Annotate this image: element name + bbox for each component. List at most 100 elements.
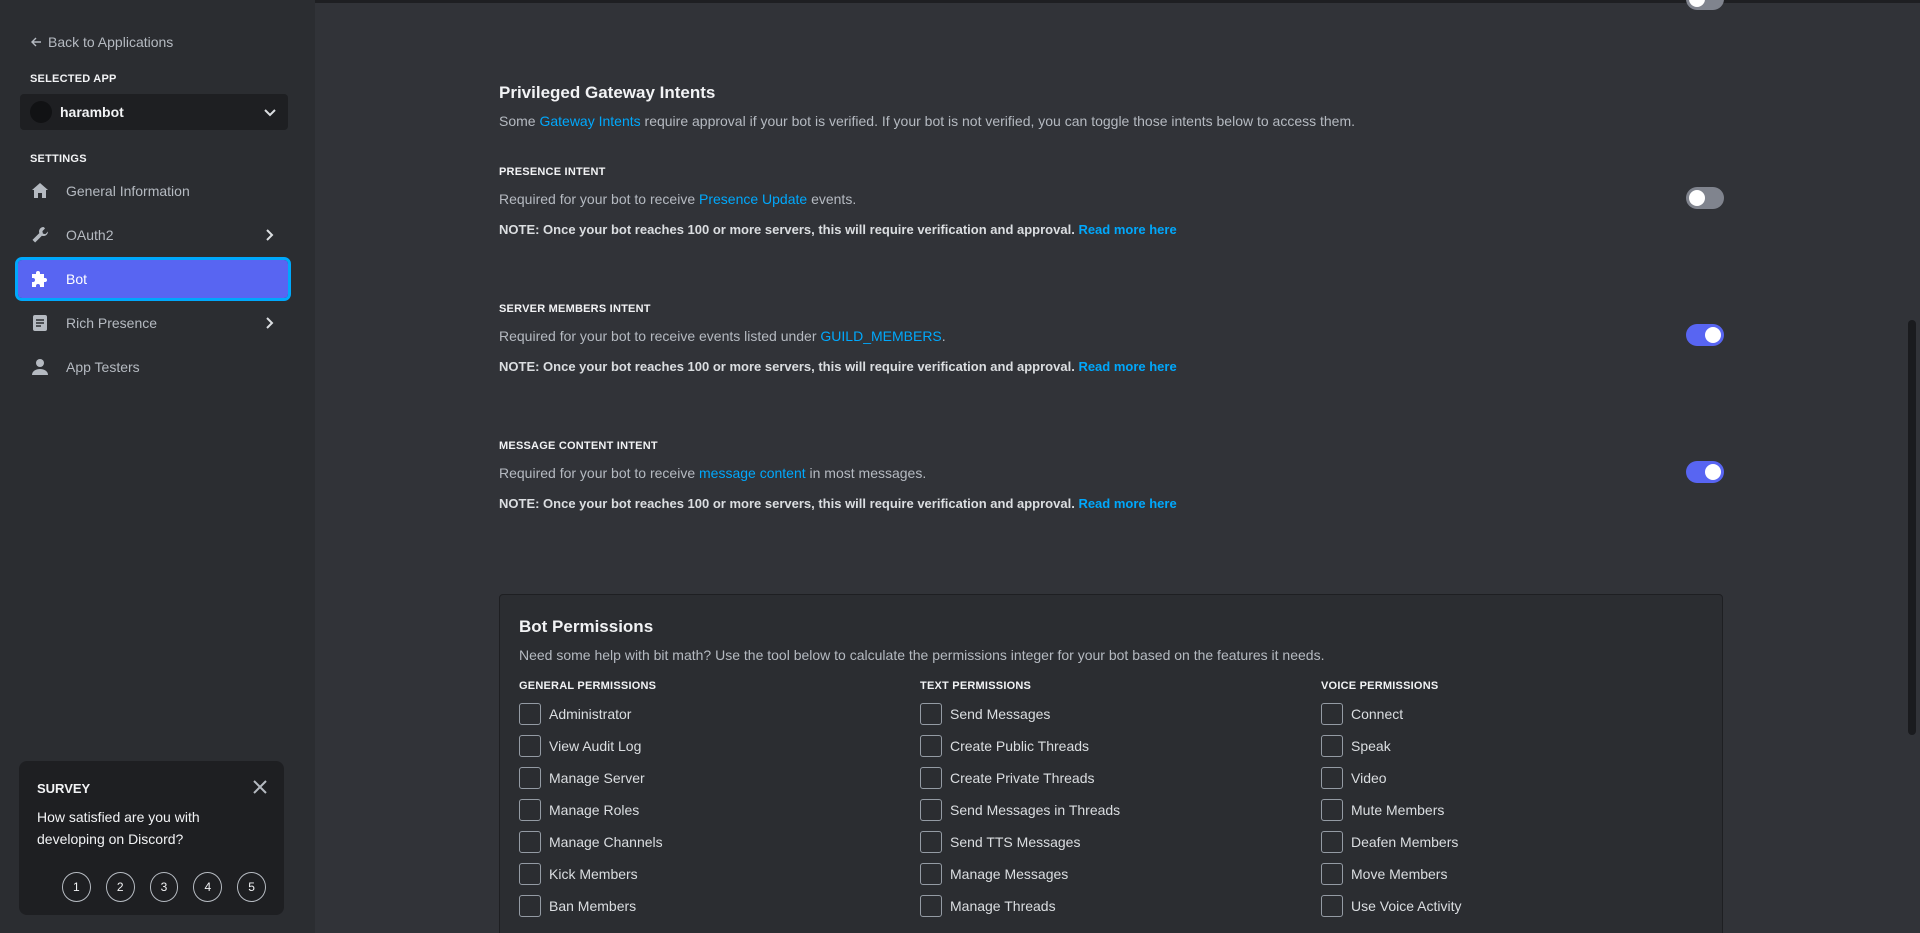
chevron-down-icon	[264, 109, 276, 117]
permission-row[interactable]: Video	[1321, 762, 1701, 794]
permission-row[interactable]: Move Members	[1321, 858, 1701, 890]
read-more-link[interactable]: Read more here	[1078, 222, 1176, 237]
presence-intent-description: Required for your bot to receive Presenc…	[499, 191, 856, 207]
bot-permissions-panel: Bot Permissions Need some help with bit …	[499, 594, 1723, 933]
home-icon	[30, 181, 50, 201]
permission-checkbox[interactable]	[920, 767, 942, 789]
permission-row[interactable]: Send Messages in Threads	[920, 794, 1300, 826]
permission-checkbox[interactable]	[1321, 799, 1343, 821]
back-to-applications-link[interactable]: Back to Applications	[30, 33, 173, 51]
permission-label: Mute Members	[1351, 802, 1445, 818]
message-content-intent-label: MESSAGE CONTENT INTENT	[499, 440, 658, 452]
permission-checkbox[interactable]	[519, 799, 541, 821]
text-permissions-column: TEXT PERMISSIONS Send Messages Create Pub…	[920, 680, 1300, 922]
permission-row[interactable]: Send Messages	[920, 698, 1300, 730]
sidebar-item-app-testers[interactable]: App Testers	[18, 348, 288, 386]
permission-row[interactable]: Kick Members	[519, 858, 899, 890]
permission-row[interactable]: Manage Channels	[519, 826, 899, 858]
scrollbar-thumb[interactable]	[1908, 320, 1916, 735]
permission-checkbox[interactable]	[519, 863, 541, 885]
description-text: .	[941, 328, 946, 344]
permission-label: Manage Server	[549, 770, 645, 786]
permission-checkbox[interactable]	[920, 799, 942, 821]
close-icon[interactable]	[252, 779, 268, 795]
chevron-right-icon	[266, 229, 274, 241]
survey-option-3[interactable]: 3	[149, 872, 179, 902]
presence-intent-label: PRESENCE INTENT	[499, 166, 606, 178]
permission-checkbox[interactable]	[920, 831, 942, 853]
permission-row[interactable]: Connect	[1321, 698, 1701, 730]
back-link-label: Back to Applications	[48, 34, 174, 50]
permission-checkbox[interactable]	[519, 703, 541, 725]
description-text: Required for your bot to receive events …	[499, 328, 821, 344]
permission-label: Administrator	[549, 706, 632, 722]
sidebar-item-label: Bot	[66, 271, 88, 287]
read-more-link[interactable]: Read more here	[1078, 359, 1176, 374]
permission-row[interactable]: Create Public Threads	[920, 730, 1300, 762]
permission-checkbox[interactable]	[1321, 895, 1343, 917]
permission-checkbox[interactable]	[519, 831, 541, 853]
permission-label: Manage Channels	[549, 834, 663, 850]
description-text: events.	[807, 191, 857, 207]
permission-row[interactable]: Use Voice Activity	[1321, 890, 1701, 922]
permission-row[interactable]: Send TTS Messages	[920, 826, 1300, 858]
permission-row[interactable]: Manage Threads	[920, 890, 1300, 922]
survey-options: 1 2 3 4 5	[37, 872, 266, 902]
permission-checkbox[interactable]	[1321, 735, 1343, 757]
message-content-link[interactable]: message content	[699, 465, 806, 481]
permission-checkbox[interactable]	[519, 895, 541, 917]
permission-label: Create Public Threads	[950, 738, 1090, 754]
sidebar-item-rich-presence[interactable]: Rich Presence	[18, 304, 288, 342]
sidebar-item-label: OAuth2	[66, 227, 114, 243]
permission-label: Connect	[1351, 706, 1404, 722]
top-partial-toggle[interactable]	[1686, 0, 1724, 10]
sidebar-item-oauth2[interactable]: OAuth2	[18, 216, 288, 254]
permission-checkbox[interactable]	[519, 735, 541, 757]
survey-card: SURVEY How satisfied are you with develo…	[19, 761, 284, 915]
permission-checkbox[interactable]	[1321, 863, 1343, 885]
permission-row[interactable]: Manage Messages	[920, 858, 1300, 890]
permission-checkbox[interactable]	[920, 735, 942, 757]
permission-row[interactable]: Speak	[1321, 730, 1701, 762]
permission-row[interactable]: View Audit Log	[519, 730, 899, 762]
permission-checkbox[interactable]	[920, 863, 942, 885]
survey-option-4[interactable]: 4	[193, 872, 223, 902]
presence-update-link[interactable]: Presence Update	[699, 191, 807, 207]
read-more-link[interactable]: Read more here	[1078, 496, 1176, 511]
permission-label: Kick Members	[549, 866, 638, 882]
message-content-intent-toggle[interactable]	[1686, 461, 1724, 483]
permission-checkbox[interactable]	[1321, 767, 1343, 789]
permission-checkbox[interactable]	[920, 703, 942, 725]
permission-label: Video	[1351, 770, 1387, 786]
chevron-right-icon	[266, 317, 274, 329]
permission-label: Send Messages	[950, 706, 1051, 722]
gateway-intents-link[interactable]: Gateway Intents	[539, 113, 640, 129]
permission-row[interactable]: Manage Roles	[519, 794, 899, 826]
permission-label: Deafen Members	[1351, 834, 1459, 850]
survey-option-5[interactable]: 5	[237, 872, 266, 902]
note-text: NOTE: Once your bot reaches 100 or more …	[499, 222, 1075, 237]
permission-checkbox[interactable]	[1321, 703, 1343, 725]
presence-intent-toggle[interactable]	[1686, 187, 1724, 209]
sidebar-item-bot[interactable]: Bot	[15, 257, 291, 301]
app-selector[interactable]: harambot	[20, 94, 288, 130]
message-content-intent-note: NOTE: Once your bot reaches 100 or more …	[499, 496, 1177, 511]
presence-intent-note: NOTE: Once your bot reaches 100 or more …	[499, 222, 1177, 237]
permission-row[interactable]: Create Private Threads	[920, 762, 1300, 794]
permission-checkbox[interactable]	[519, 767, 541, 789]
permission-row[interactable]: Ban Members	[519, 890, 899, 922]
permission-row[interactable]: Administrator	[519, 698, 899, 730]
permission-row[interactable]: Manage Server	[519, 762, 899, 794]
permission-label: View Audit Log	[549, 738, 642, 754]
survey-option-2[interactable]: 2	[105, 872, 135, 902]
guild-members-link[interactable]: GUILD_MEMBERS	[820, 328, 941, 344]
permission-label: Create Private Threads	[950, 770, 1095, 786]
survey-option-1[interactable]: 1	[62, 872, 91, 902]
server-members-intent-toggle[interactable]	[1686, 324, 1724, 346]
sidebar-item-general-information[interactable]: General Information	[18, 172, 288, 210]
permission-row[interactable]: Mute Members	[1321, 794, 1701, 826]
permission-row[interactable]: Deafen Members	[1321, 826, 1701, 858]
permission-label: Speak	[1351, 738, 1391, 754]
permission-checkbox[interactable]	[920, 895, 942, 917]
permission-checkbox[interactable]	[1321, 831, 1343, 853]
